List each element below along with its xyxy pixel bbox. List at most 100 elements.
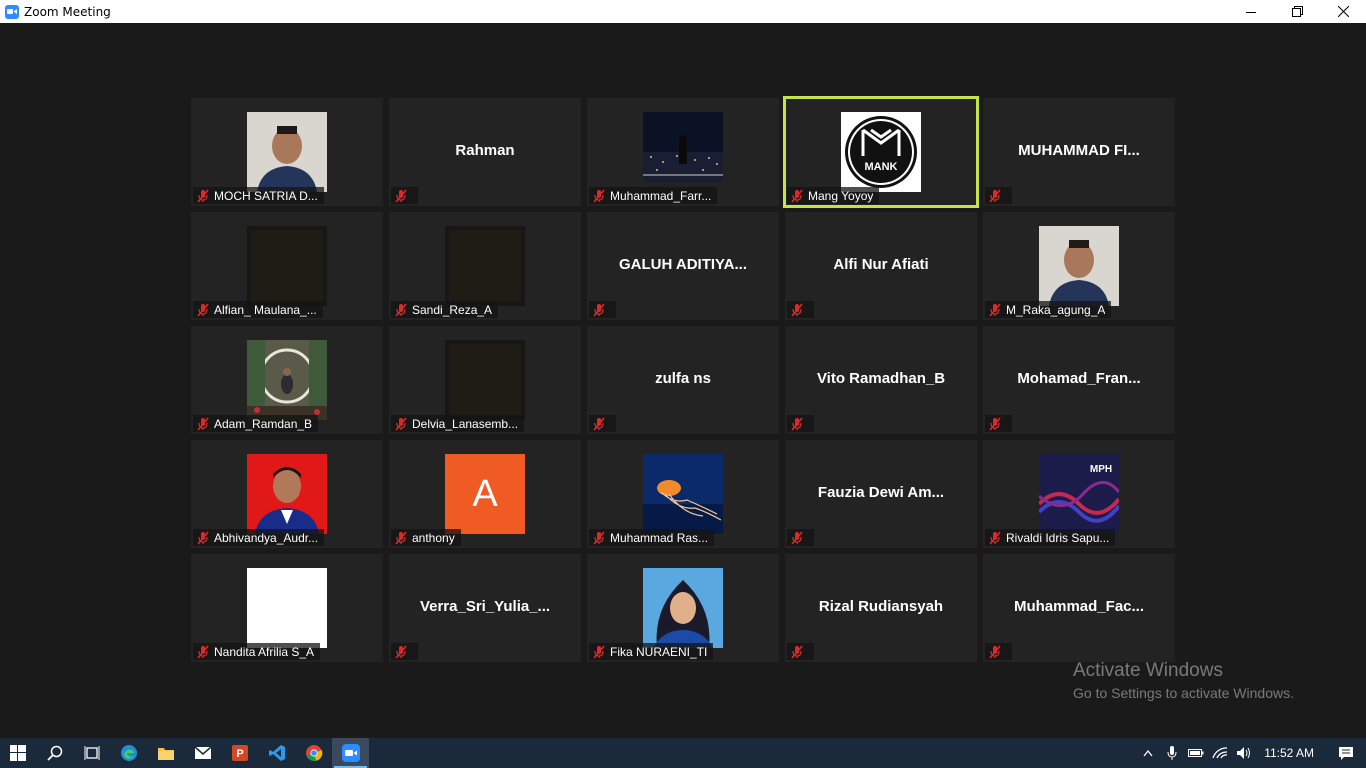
participant-video: MPH bbox=[1039, 454, 1119, 534]
vscode-icon bbox=[268, 745, 285, 761]
powerpoint-button[interactable]: P bbox=[221, 738, 258, 768]
participant-name-bar: Adam_Ramdan_B bbox=[193, 415, 319, 432]
close-button[interactable] bbox=[1320, 0, 1366, 23]
participant-name-label: Adam_Ramdan_B bbox=[214, 416, 313, 431]
start-button[interactable] bbox=[0, 738, 36, 768]
battery-icon bbox=[1188, 749, 1204, 757]
participant-tile[interactable]: Abhivandya_Audr... bbox=[191, 440, 383, 548]
participant-name-bar: Nandita Afrilia S_A bbox=[193, 643, 321, 660]
participant-name-bar bbox=[985, 643, 1012, 660]
zoom-taskbar-button[interactable] bbox=[332, 738, 369, 768]
participant-tile[interactable]: Sandi_Reza_A bbox=[389, 212, 581, 320]
participant-display-name: Verra_Sri_Yulia_... bbox=[419, 598, 551, 615]
participant-tile[interactable]: Nandita Afrilia S_A bbox=[191, 554, 383, 662]
participant-tile[interactable]: MUHAMMAD FI... bbox=[983, 98, 1175, 206]
participant-name-label: Fika NURAENI_TI bbox=[610, 644, 708, 659]
svg-text:P: P bbox=[236, 748, 243, 760]
participant-tile[interactable]: Vito Ramadhan_B bbox=[785, 326, 977, 434]
participant-display-name: zulfa ns bbox=[655, 370, 711, 387]
zoom-app-icon bbox=[5, 4, 19, 19]
participant-tile[interactable]: Mohamad_Fran... bbox=[983, 326, 1175, 434]
muted-mic-icon bbox=[791, 416, 803, 431]
avatar-initial: A bbox=[445, 454, 525, 534]
participant-tile[interactable]: MOCH SATRIA D... bbox=[191, 98, 383, 206]
chrome-icon bbox=[305, 745, 322, 762]
wifi-tray-button[interactable] bbox=[1208, 738, 1232, 768]
participant-display-name: Muhammad_Fac... bbox=[1013, 598, 1145, 615]
participant-name-label: Alfian_ Maulana_... bbox=[214, 302, 317, 317]
battery-tray-button[interactable] bbox=[1184, 738, 1208, 768]
chevron-up-icon bbox=[1143, 749, 1153, 757]
activate-windows-watermark: Activate Windows Go to Settings to activ… bbox=[1073, 660, 1294, 701]
participant-video: A bbox=[445, 454, 525, 534]
muted-mic-icon bbox=[989, 416, 1001, 431]
participant-tile[interactable]: Alfi Nur Afiati bbox=[785, 212, 977, 320]
participant-tile[interactable]: MANK Mang Yoyoy bbox=[783, 96, 979, 208]
participant-name-label: M_Raka_agung_A bbox=[1006, 302, 1106, 317]
task-view-icon bbox=[84, 746, 99, 760]
muted-mic-icon bbox=[395, 644, 407, 659]
participant-tile[interactable]: MPH Rivaldi Idris Sapu... bbox=[983, 440, 1175, 548]
powerpoint-icon: P bbox=[231, 745, 248, 761]
participant-tile[interactable]: Muhammad_Farr... bbox=[587, 98, 779, 206]
participant-tile[interactable]: Adam_Ramdan_B bbox=[191, 326, 383, 434]
participant-tile[interactable]: Rizal Rudiansyah bbox=[785, 554, 977, 662]
close-icon bbox=[1337, 6, 1349, 17]
chrome-button[interactable] bbox=[295, 738, 332, 768]
participant-video bbox=[247, 454, 327, 534]
taskbar-clock[interactable]: 11:52 AM bbox=[1264, 746, 1314, 760]
vscode-button[interactable] bbox=[258, 738, 295, 768]
participant-tile[interactable]: GALUH ADITIYA... bbox=[587, 212, 779, 320]
participant-tile[interactable]: Rahman bbox=[389, 98, 581, 206]
participant-name-bar bbox=[985, 187, 1012, 204]
file-explorer-icon bbox=[157, 748, 174, 760]
search-button[interactable] bbox=[36, 738, 73, 768]
muted-mic-icon bbox=[395, 416, 407, 431]
minimize-icon bbox=[1246, 11, 1256, 13]
task-view-button[interactable] bbox=[73, 738, 110, 768]
participant-name-label: MOCH SATRIA D... bbox=[214, 188, 318, 203]
participant-display-name: Fauzia Dewi Am... bbox=[817, 484, 945, 501]
participant-tile[interactable]: Muhammad Ras... bbox=[587, 440, 779, 548]
participant-name-bar: Fika NURAENI_TI bbox=[589, 643, 714, 660]
file-explorer-button[interactable] bbox=[147, 738, 184, 768]
volume-tray-button[interactable] bbox=[1232, 738, 1256, 768]
muted-mic-icon bbox=[593, 644, 605, 659]
participant-display-name: Rahman bbox=[455, 142, 515, 159]
participant-tile[interactable]: Aanthony bbox=[389, 440, 581, 548]
participant-name-label: anthony bbox=[412, 530, 455, 545]
mail-button[interactable] bbox=[184, 738, 221, 768]
participant-video bbox=[247, 112, 327, 192]
wifi-icon bbox=[1212, 747, 1228, 759]
restore-button[interactable] bbox=[1274, 0, 1320, 23]
participant-name-bar: Delvia_Lanasemb... bbox=[391, 415, 525, 432]
show-hidden-icons-button[interactable] bbox=[1136, 738, 1160, 768]
participant-video bbox=[643, 568, 723, 648]
start-icon bbox=[10, 745, 26, 761]
microphone-tray-button[interactable] bbox=[1160, 738, 1184, 768]
restore-icon bbox=[1291, 6, 1303, 17]
muted-mic-icon bbox=[989, 188, 1001, 203]
participant-tile[interactable]: M_Raka_agung_A bbox=[983, 212, 1175, 320]
activate-title: Activate Windows bbox=[1073, 660, 1223, 681]
edge-button[interactable] bbox=[110, 738, 147, 768]
muted-mic-icon bbox=[791, 644, 803, 659]
participant-tile[interactable]: Alfian_ Maulana_... bbox=[191, 212, 383, 320]
minimize-button[interactable] bbox=[1228, 0, 1274, 23]
participant-tile[interactable]: Delvia_Lanasemb... bbox=[389, 326, 581, 434]
participant-name-bar bbox=[589, 301, 616, 318]
action-center-button[interactable] bbox=[1326, 738, 1366, 768]
volume-icon bbox=[1237, 747, 1251, 759]
participant-tile[interactable]: Muhammad_Fac... bbox=[983, 554, 1175, 662]
participant-video bbox=[643, 112, 723, 192]
participant-tile[interactable]: Fauzia Dewi Am... bbox=[785, 440, 977, 548]
participant-tile[interactable]: zulfa ns bbox=[587, 326, 779, 434]
participant-name-bar: anthony bbox=[391, 529, 461, 546]
taskbar: P 11:52 AM bbox=[0, 738, 1366, 768]
muted-mic-icon bbox=[989, 644, 1001, 659]
muted-mic-icon bbox=[197, 188, 209, 203]
muted-mic-icon bbox=[791, 302, 803, 317]
participant-tile[interactable]: Verra_Sri_Yulia_... bbox=[389, 554, 581, 662]
participant-name-bar bbox=[985, 415, 1012, 432]
participant-tile[interactable]: Fika NURAENI_TI bbox=[587, 554, 779, 662]
